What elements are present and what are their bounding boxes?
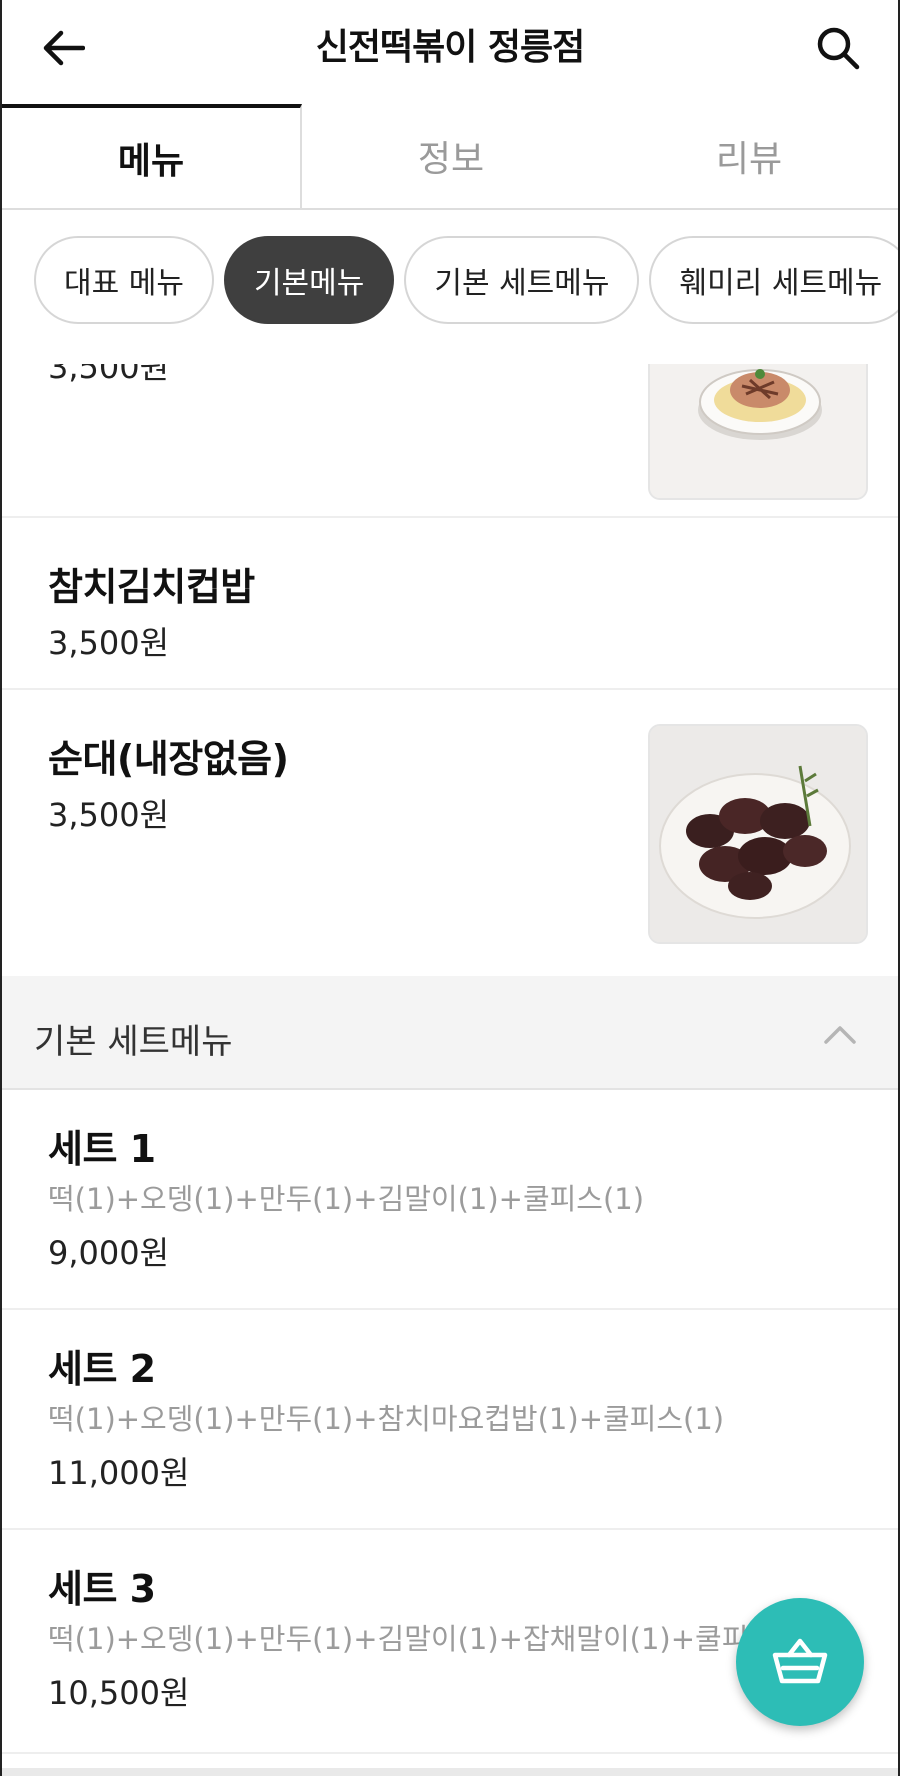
chip-signature-menu[interactable]: 대표 메뉴 [34, 236, 214, 324]
item-description: 떡(1)+오뎅(1)+만두(1)+김말이(1)+잡채말이(1)+쿨피스(1) [48, 1622, 817, 1656]
item-price: 9,000원 [48, 1234, 170, 1272]
item-name: 세트 2 [48, 1347, 156, 1391]
item-price: 3,500원 [48, 796, 170, 834]
item-price: 3,500원 [48, 364, 170, 386]
menu-item[interactable]: 세트 1 떡(1)+오뎅(1)+만두(1)+김말이(1)+쿨피스(1) 9,00… [2, 1090, 898, 1310]
item-price: 11,000원 [48, 1454, 190, 1492]
item-photo [648, 364, 868, 500]
item-name: 세트 1 [48, 1127, 156, 1171]
chip-basic-menu[interactable]: 기본메뉴 [223, 236, 395, 324]
search-icon [817, 27, 860, 70]
menu-item[interactable]: 3,500원 [2, 364, 898, 518]
store-tabs: 메뉴 정보 리뷰 [2, 104, 898, 210]
item-name: 순대(내장없음) [48, 737, 289, 781]
top-app-bar: 신전떡볶이 정릉점 [2, 0, 898, 96]
item-price: 3,500원 [48, 624, 170, 662]
item-description: 떡(1)+오뎅(1)+만두(1)+김말이(1)+쿨피스(1) [48, 1182, 645, 1216]
tab-info[interactable]: 정보 [302, 104, 600, 208]
tab-review[interactable]: 리뷰 [600, 104, 898, 208]
item-name: 세트 3 [48, 1567, 156, 1611]
item-photo [648, 724, 868, 944]
section-header[interactable]: 기본 세트메뉴 [2, 976, 898, 1090]
item-description: 떡(1)+오뎅(1)+만두(1)+참치마요컵밥(1)+쿨피스(1) [48, 1402, 725, 1436]
menu-item[interactable]: 참치김치컵밥 3,500원 [2, 518, 898, 690]
cart-button[interactable] [736, 1598, 864, 1726]
search-button[interactable] [810, 20, 866, 76]
chip-family-set-menu[interactable]: 훼미리 세트메뉴 [649, 236, 898, 324]
menu-list[interactable]: 3,500원 참치김치컵밥 3,500원 순대(내장없음) 3,500원 기본 … [2, 364, 898, 1776]
item-name: 참치김치컵밥 [48, 565, 255, 609]
section-title: 기본 세트메뉴 [34, 1022, 233, 1062]
menu-item[interactable]: 세트 2 떡(1)+오뎅(1)+만두(1)+참치마요컵밥(1)+쿨피스(1) 1… [2, 1310, 898, 1530]
app-screen: 신전떡볶이 정릉점 메뉴 정보 리뷰 대표 메뉴 기본메뉴 기본 세트메뉴 훼미… [0, 0, 900, 1776]
menu-item[interactable]: 순대(내장없음) 3,500원 [2, 690, 898, 976]
tab-menu[interactable]: 메뉴 [2, 104, 302, 208]
shopping-basket-icon [772, 1638, 828, 1684]
chevron-up-icon[interactable] [820, 1014, 860, 1054]
chip-basic-set-menu[interactable]: 기본 세트메뉴 [404, 236, 640, 324]
bottom-edge [2, 1768, 898, 1776]
category-chips: 대표 메뉴 기본메뉴 기본 세트메뉴 훼미리 세트메뉴 [2, 236, 898, 332]
item-price: 10,500원 [48, 1674, 190, 1712]
store-title: 신전떡볶이 정릉점 [315, 27, 586, 68]
